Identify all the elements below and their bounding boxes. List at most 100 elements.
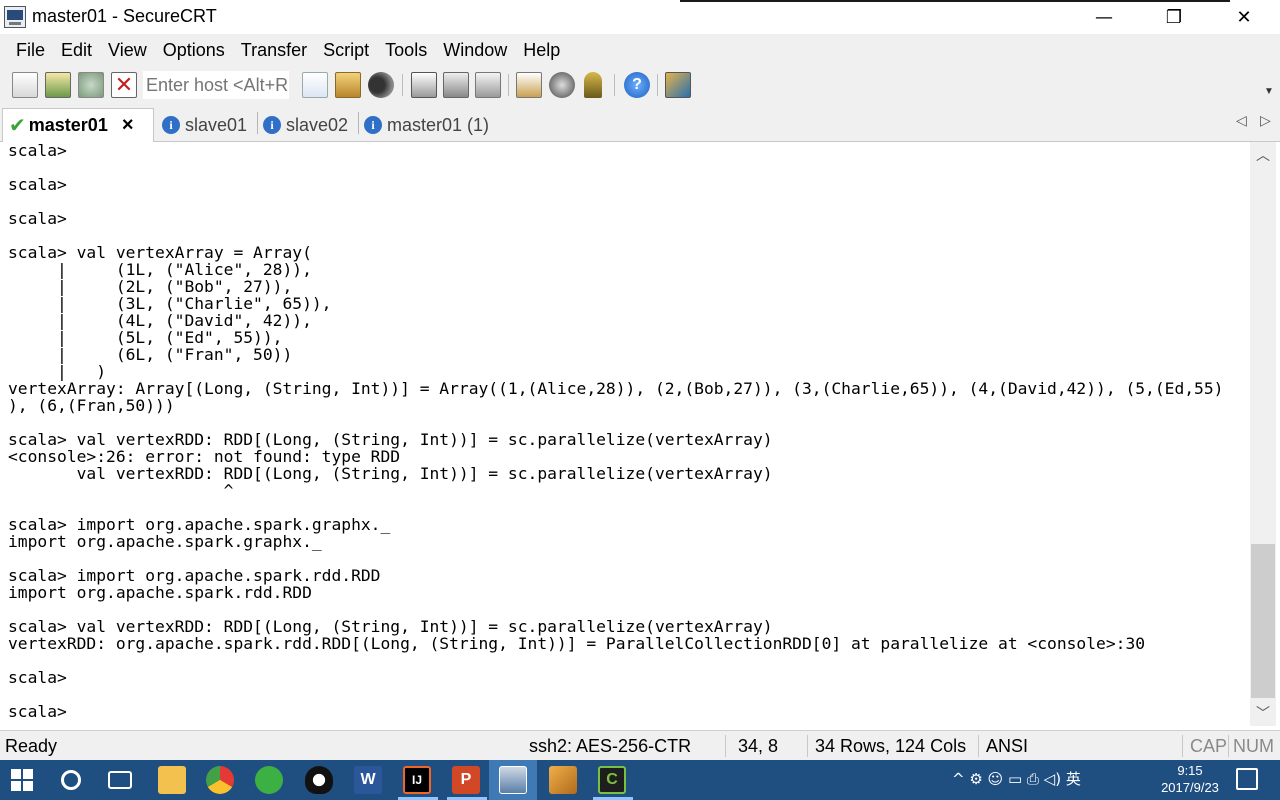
quick-connect-icon[interactable] xyxy=(45,72,71,98)
title-bar: master01 - SecureCRT — ❐ ✕ xyxy=(0,0,1280,34)
status-caps-lock: CAP xyxy=(1190,736,1228,756)
tab-slave02[interactable]: i slave02 xyxy=(263,108,355,142)
taskbar-clock[interactable]: 9:15 2017/9/23 xyxy=(1150,762,1230,796)
terminal-scrollbar[interactable]: ︿ ﹀ xyxy=(1250,142,1276,726)
tab-master01-1[interactable]: i master01 (1) xyxy=(364,108,504,142)
powerpoint-icon[interactable]: P xyxy=(452,766,480,794)
status-separator xyxy=(978,735,979,757)
menu-view[interactable]: View xyxy=(100,34,155,66)
scrollbar-thumb[interactable] xyxy=(1251,544,1275,698)
tab-label: slave02 xyxy=(286,114,349,135)
help-icon[interactable]: ? xyxy=(624,72,650,98)
menu-script[interactable]: Script xyxy=(315,34,377,66)
reconnect-icon[interactable] xyxy=(78,72,104,98)
toolbar-overflow-icon[interactable]: ▼ xyxy=(1264,86,1278,102)
terminal-line: scala> import org.apache.spark.graphx._ xyxy=(8,515,391,534)
maximize-button[interactable]: ❐ xyxy=(1144,0,1204,34)
tab-slave01[interactable]: i slave01 xyxy=(162,108,254,142)
menu-tools[interactable]: Tools xyxy=(377,34,435,66)
scroll-up-icon[interactable]: ︿ xyxy=(1250,142,1276,168)
terminal-output: scala> scala> scala> scala> val vertexAr… xyxy=(8,142,1223,720)
tab-scroll-right-icon[interactable]: ▷ xyxy=(1260,112,1271,129)
connect-bar-icon[interactable] xyxy=(12,72,38,98)
system-tray[interactable]: ^ ⚙ ☺ ▭ ⎙ ◁) 英 xyxy=(952,768,1081,789)
wechat-icon[interactable] xyxy=(255,766,283,794)
session-options-icon[interactable] xyxy=(516,72,542,98)
scroll-down-icon[interactable]: ﹀ xyxy=(1250,700,1276,726)
copy-icon[interactable] xyxy=(302,72,328,98)
task-view-icon[interactable] xyxy=(108,771,132,789)
notebook-icon[interactable] xyxy=(549,766,577,794)
chrome-icon[interactable] xyxy=(206,766,234,794)
minimize-button[interactable]: — xyxy=(1074,0,1134,34)
terminal-line: import org.apache.spark.graphx._ xyxy=(8,532,322,551)
close-button[interactable]: ✕ xyxy=(1214,0,1274,34)
terminal-line: scala> val vertexRDD: RDD[(Long, (String… xyxy=(8,617,773,636)
tab-scroll-left-icon[interactable]: ◁ xyxy=(1236,112,1247,129)
global-options-icon[interactable] xyxy=(549,72,575,98)
paste-icon[interactable] xyxy=(335,72,361,98)
cmder-icon[interactable]: C xyxy=(598,766,626,794)
clock-time: 9:15 xyxy=(1177,763,1203,778)
toolbar: ✕ ? ▼ xyxy=(0,66,1280,104)
host-input[interactable] xyxy=(143,71,289,99)
print-icon[interactable] xyxy=(475,72,501,98)
connected-check-icon: ✔ xyxy=(9,115,26,137)
menu-edit[interactable]: Edit xyxy=(53,34,100,66)
status-cursor-position: 34, 8 xyxy=(738,736,779,756)
terminal-line: vertexArray: Array[(Long, (String, Int))… xyxy=(8,379,1224,398)
status-rows-cols: 34 Rows, 124 Cols xyxy=(815,736,967,756)
terminal-line: scala> xyxy=(8,175,67,194)
status-encryption: ssh2: AES-256-CTR xyxy=(529,736,692,756)
status-separator xyxy=(1228,735,1229,757)
clock-date: 2017/9/23 xyxy=(1161,780,1219,795)
info-icon: i xyxy=(364,116,382,134)
terminal-line: scala> val vertexRDD: RDD[(Long, (String… xyxy=(8,430,773,449)
status-num-lock: NUM xyxy=(1233,736,1274,756)
menu-transfer[interactable]: Transfer xyxy=(233,34,315,66)
menu-help[interactable]: Help xyxy=(515,34,568,66)
terminal-line: | (6L, ("Fran", 50)) xyxy=(8,345,293,364)
disconnect-icon[interactable]: ✕ xyxy=(111,72,137,98)
print-setup-icon[interactable] xyxy=(411,72,437,98)
terminal-line: scala> import org.apache.spark.rdd.RDD xyxy=(8,566,381,585)
intellij-icon[interactable]: IJ xyxy=(403,766,431,794)
start-icon[interactable] xyxy=(11,769,33,791)
terminal-line: | ) xyxy=(8,362,107,381)
find-icon[interactable] xyxy=(368,72,394,98)
tab-close-icon[interactable]: × xyxy=(122,114,134,137)
status-separator xyxy=(807,735,808,757)
status-emulation: ANSI xyxy=(986,736,1029,756)
terminal-line: | (4L, ("David", 42)), xyxy=(8,311,312,330)
menu-window[interactable]: Window xyxy=(435,34,515,66)
terminal-line: ), (6,(Fran,50))) xyxy=(8,396,175,415)
key-icon[interactable] xyxy=(584,72,602,98)
toolbar-separator xyxy=(508,74,509,96)
qq-icon[interactable] xyxy=(305,766,333,794)
screenshot-icon[interactable] xyxy=(665,72,691,98)
action-center-icon[interactable] xyxy=(1236,768,1258,790)
terminal-line: | (1L, ("Alice", 28)), xyxy=(8,260,312,279)
terminal-line: vertexRDD: org.apache.spark.rdd.RDD[(Lon… xyxy=(8,634,1146,653)
terminal-line: scala> xyxy=(8,668,67,687)
word-icon[interactable]: W xyxy=(354,766,382,794)
menu-file[interactable]: File xyxy=(8,34,53,66)
securecrt-app-icon[interactable] xyxy=(4,6,26,28)
menu-options[interactable]: Options xyxy=(155,34,233,66)
status-bar: Ready ssh2: AES-256-CTR 34, 8 34 Rows, 1… xyxy=(0,730,1280,760)
print-selection-icon[interactable] xyxy=(443,72,469,98)
tab-label: slave01 xyxy=(185,114,248,135)
window-title: master01 - SecureCRT xyxy=(32,6,217,26)
securecrt-icon[interactable] xyxy=(499,766,527,794)
toolbar-separator xyxy=(402,74,403,96)
tab-master01[interactable]: ✔ master01 × xyxy=(2,108,154,142)
terminal-area[interactable]: scala> scala> scala> scala> val vertexAr… xyxy=(3,142,1249,726)
file-explorer-icon[interactable] xyxy=(158,766,186,794)
cortana-icon[interactable] xyxy=(61,770,81,790)
